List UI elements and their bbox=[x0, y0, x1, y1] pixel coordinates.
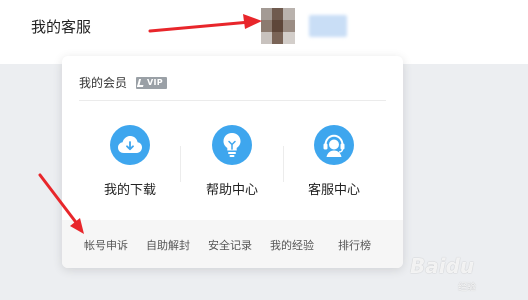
link-leaderboard[interactable]: 排行榜 bbox=[338, 237, 371, 253]
link-my-experience[interactable]: 我的经验 bbox=[270, 237, 314, 253]
customer-service-headset-icon bbox=[314, 125, 354, 165]
service-customer-center-label: 客服中心 bbox=[307, 183, 360, 198]
service-customer-center[interactable]: 客服中心 bbox=[284, 125, 384, 198]
top-header: 我的客服 bbox=[0, 0, 528, 64]
page-title: 我的客服 bbox=[31, 18, 92, 36]
username-blurred[interactable] bbox=[309, 15, 347, 37]
link-account-appeal[interactable]: 帐号申诉 bbox=[84, 237, 128, 253]
member-header: 我的会员 VIP bbox=[79, 74, 167, 91]
watermark-sub: 经验 bbox=[458, 283, 477, 293]
divider bbox=[79, 100, 386, 101]
baidu-watermark: Baidu 经验 bbox=[400, 246, 528, 300]
link-security-records[interactable]: 安全记录 bbox=[208, 237, 252, 253]
user-avatar[interactable] bbox=[261, 8, 295, 44]
vip-badge[interactable]: VIP bbox=[136, 76, 167, 89]
service-downloads[interactable]: 我的下载 bbox=[80, 125, 180, 198]
download-cloud-icon bbox=[110, 125, 150, 165]
service-list: 我的下载 帮助中心 客服中心 bbox=[62, 125, 403, 201]
vip-badge-label: VIP bbox=[147, 78, 163, 87]
service-help-center[interactable]: 帮助中心 bbox=[182, 125, 282, 198]
vip-check-icon bbox=[136, 78, 146, 87]
watermark-brand: Baidu bbox=[410, 254, 475, 278]
lightbulb-icon bbox=[212, 125, 252, 165]
divider bbox=[180, 146, 181, 182]
link-self-unblock[interactable]: 自助解封 bbox=[146, 237, 190, 253]
member-dropdown: 我的会员 VIP 我的下载 帮助中心 客服中心 帐号申诉 自助解封 安全记录 我… bbox=[62, 56, 403, 268]
quick-links-bar: 帐号申诉 自助解封 安全记录 我的经验 排行榜 bbox=[62, 220, 403, 268]
service-help-center-label: 帮助中心 bbox=[205, 183, 258, 198]
service-downloads-label: 我的下载 bbox=[103, 183, 156, 198]
member-title: 我的会员 bbox=[79, 76, 128, 90]
